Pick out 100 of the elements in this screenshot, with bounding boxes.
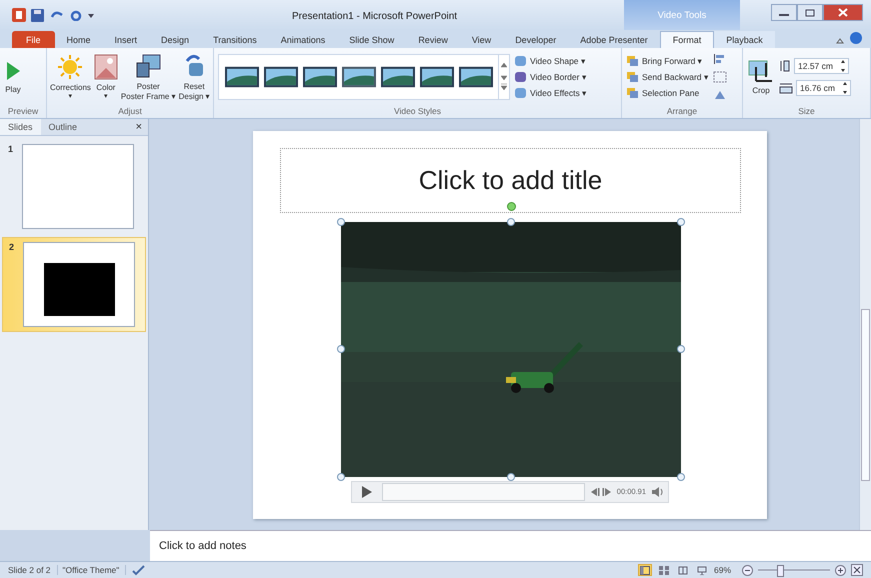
video-style-thumbnail[interactable] [381, 65, 415, 89]
context-tab-group: Video Tools [624, 0, 740, 30]
ribbon-tab[interactable]: Design [149, 31, 202, 48]
slide-thumbnail-row[interactable]: 1 [2, 140, 146, 233]
video-style-thumbnail[interactable] [420, 65, 454, 89]
zoom-slider-thumb[interactable] [776, 565, 784, 577]
close-icon [838, 8, 848, 17]
crop-button[interactable]: Crop [747, 58, 775, 96]
rotate-handle[interactable] [507, 202, 516, 210]
group-label: Size [797, 106, 816, 118]
group-label: Arrange [666, 106, 698, 118]
ribbon-tab[interactable]: Playback [714, 31, 775, 48]
height-icon [779, 60, 791, 72]
ribbon-tab[interactable]: View [460, 31, 504, 48]
ribbon-command[interactable]: Video Effects ▾ [514, 87, 588, 99]
save-icon[interactable] [31, 8, 44, 22]
video-style-thumbnail[interactable] [225, 65, 259, 89]
pane-tab[interactable]: Outline [40, 119, 86, 135]
slide-indicator: Slide 2 of 2 [8, 565, 58, 575]
ribbon-command[interactable]: Selection Pane [626, 87, 709, 99]
ribbon-tab[interactable]: Insert [102, 31, 150, 48]
ribbon-tab[interactable]: Review [406, 31, 460, 48]
slide-thumbnail[interactable] [23, 242, 135, 327]
volume-icon[interactable] [651, 486, 663, 496]
zoom-level[interactable]: 69% [714, 565, 737, 575]
minimize-button[interactable] [771, 4, 797, 21]
title-placeholder[interactable]: Click to add title [280, 148, 741, 212]
normal-view-icon [640, 566, 650, 574]
reading-view-button[interactable] [676, 564, 690, 576]
minimize-ribbon-icon[interactable] [836, 38, 844, 44]
play-button[interactable]: Play [4, 60, 22, 94]
close-button[interactable] [823, 4, 863, 21]
poster-button[interactable]: Poster Poster Frame ▾ [120, 52, 177, 102]
resize-handle[interactable] [337, 218, 345, 226]
resize-handle[interactable] [337, 345, 345, 353]
width-field[interactable]: 16.76 cm [796, 80, 851, 96]
slide-thumbnail-row[interactable]: 2 [2, 237, 146, 332]
scroll-arrows-icon [501, 62, 507, 92]
maximize-button[interactable] [797, 4, 823, 21]
ribbon-tab[interactable]: Adobe Presenter [568, 31, 660, 48]
ribbon-command[interactable]: Bring Forward ▾ [626, 55, 709, 67]
layers-icon [626, 71, 639, 83]
resize-handle[interactable] [677, 218, 685, 226]
crop-icon [748, 58, 774, 82]
sorter-view-icon [658, 566, 669, 574]
ribbon-tab[interactable]: Home [54, 31, 103, 48]
layers-icon [626, 55, 639, 67]
skip-icon[interactable] [590, 486, 612, 496]
group-label: Adjust [117, 106, 143, 118]
resize-handle[interactable] [677, 345, 685, 353]
close-pane-button[interactable]: × [136, 121, 142, 133]
image-icon [94, 54, 118, 80]
ribbon-command[interactable]: Video Border ▾ [514, 71, 588, 83]
show-view-button[interactable] [694, 564, 709, 576]
normal-view-button[interactable] [638, 564, 652, 576]
zoom-in-icon[interactable] [835, 564, 846, 576]
app-logo-icon [12, 8, 26, 22]
reset-button[interactable]: Reset Design ▾ [178, 52, 211, 102]
width-icon [779, 82, 793, 94]
video-style-thumbnail[interactable] [342, 65, 376, 89]
pane-tab[interactable]: Slides [0, 119, 41, 135]
window-title: Presentation1 - Microsoft PowerPoint [292, 11, 458, 22]
video-style-thumbnail[interactable] [303, 65, 337, 89]
gallery-scrollbar[interactable] [498, 55, 509, 99]
resize-handle[interactable] [507, 218, 515, 226]
spinner-icon [840, 60, 845, 72]
resize-handle[interactable] [677, 472, 685, 480]
sun-icon [57, 54, 84, 80]
ribbon-tab[interactable]: File [12, 31, 55, 48]
spelling-check-icon[interactable] [131, 564, 148, 576]
ribbon-tab[interactable]: Format [660, 31, 714, 48]
video-placeholder [44, 263, 114, 316]
layers-icon [626, 87, 639, 99]
spinner-icon [842, 82, 847, 94]
height-field[interactable]: 12.57 cm [794, 58, 849, 74]
ribbon-command[interactable]: Send Backward ▾ [626, 71, 709, 83]
vertical-scrollbar[interactable] [859, 119, 871, 530]
zoom-out-icon[interactable] [742, 564, 753, 576]
notes-field[interactable]: Click to add notes [150, 530, 871, 561]
ribbon-tab[interactable]: Slide Show [337, 31, 406, 48]
group-label: Preview [6, 106, 40, 118]
reading-view-icon [678, 566, 688, 574]
show-view-icon [696, 566, 707, 574]
theme-name: "Office Theme" [62, 565, 126, 575]
ribbon-tab[interactable]: Developer [503, 31, 568, 48]
ribbon-tab[interactable]: Transitions [201, 31, 269, 48]
slide-thumbnail[interactable] [22, 144, 134, 229]
video-style-thumbnail[interactable] [459, 65, 493, 89]
slide-number: 1 [8, 144, 14, 156]
maximize-icon [805, 8, 815, 16]
fit-to-window-icon[interactable] [851, 564, 863, 576]
ribbon-command[interactable]: Video Shape ▾ [514, 55, 588, 67]
image-frame-icon [135, 52, 162, 78]
help-icon[interactable] [850, 32, 862, 44]
sorter-view-button[interactable] [656, 564, 671, 576]
shape-icon [514, 71, 527, 83]
video-style-thumbnail[interactable] [264, 65, 298, 89]
shape-icon [514, 55, 527, 67]
resize-handle[interactable] [337, 472, 345, 480]
ribbon-tab[interactable]: Animations [268, 31, 338, 48]
